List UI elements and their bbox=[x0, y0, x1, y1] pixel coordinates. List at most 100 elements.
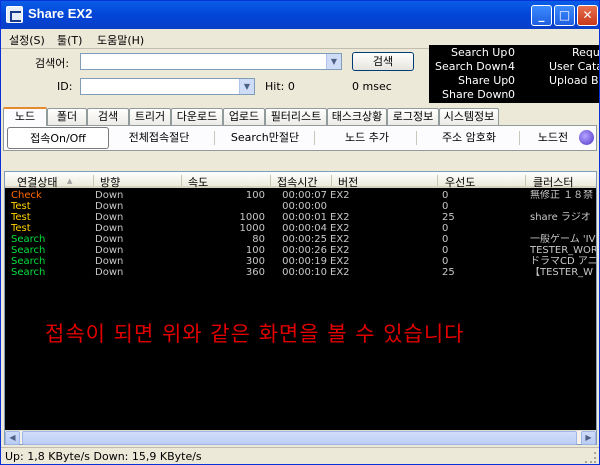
disconnect-all-button[interactable]: 전체접속절단 bbox=[116, 127, 202, 149]
tab-log-info[interactable]: 로그정보 bbox=[387, 108, 439, 125]
col-connect-time[interactable]: 접속시간 bbox=[277, 174, 317, 190]
cell-connect-time: 00:00:07 bbox=[282, 190, 327, 201]
cell-speed: 1000 bbox=[239, 223, 265, 234]
chevron-down-icon[interactable]: ▼ bbox=[326, 54, 341, 69]
table-row[interactable]: Search Down 360 00:00:10 EX2 25 【TESTER_W bbox=[5, 267, 596, 278]
app-icon[interactable] bbox=[6, 6, 23, 23]
resize-grip-icon[interactable] bbox=[585, 452, 596, 463]
minimize-button[interactable]: _ bbox=[531, 5, 552, 26]
hit-count: Hit: 0 bbox=[265, 80, 295, 93]
app-window: Share EX2 _ □ ✕ 설정(S) 툴(T) 도움말(H) 검색어: ▼… bbox=[0, 0, 600, 465]
keyword-combo[interactable]: ▼ bbox=[80, 53, 342, 70]
add-node-button[interactable]: 노드 추가 bbox=[322, 127, 412, 149]
encrypt-address-button[interactable]: 주소 암호화 bbox=[424, 127, 514, 149]
cell-speed: 1000 bbox=[239, 212, 265, 223]
cell-direction: Down bbox=[95, 256, 124, 267]
cell-priority: 0 bbox=[442, 223, 449, 234]
tab-system-info[interactable]: 시스템정보 bbox=[439, 108, 499, 125]
search-only-disconnect-button[interactable]: Search만절단 bbox=[220, 127, 310, 149]
horizontal-scrollbar[interactable]: ◀ ▶ bbox=[5, 430, 596, 445]
col-priority[interactable]: 우선도 bbox=[445, 174, 475, 190]
cell-status: Test bbox=[11, 201, 31, 212]
tab-node[interactable]: 노드 bbox=[3, 107, 47, 126]
cell-status: Search bbox=[11, 245, 46, 256]
scrollbar-thumb[interactable] bbox=[22, 431, 577, 445]
cell-status: Search bbox=[11, 256, 46, 267]
cell-priority: 0 bbox=[442, 234, 449, 245]
col-speed[interactable]: 속도 bbox=[188, 174, 208, 190]
column-divider[interactable] bbox=[93, 175, 94, 186]
cell-priority: 25 bbox=[442, 267, 455, 278]
cell-speed: 300 bbox=[245, 256, 265, 267]
cell-speed: 100 bbox=[245, 190, 265, 201]
cell-direction: Down bbox=[95, 190, 124, 201]
tab-search[interactable]: 검색 bbox=[87, 108, 129, 125]
window-title: Share EX2 bbox=[28, 6, 93, 21]
tab-task-status[interactable]: 태스크상황 bbox=[327, 108, 387, 125]
maximize-button[interactable]: □ bbox=[554, 5, 575, 26]
table-row[interactable]: Test Down 00:00:00 0 bbox=[5, 201, 596, 212]
node-map-button[interactable]: 노드전 bbox=[528, 127, 578, 149]
title-bar[interactable]: Share EX2 _ □ ✕ bbox=[1, 1, 599, 29]
tab-download[interactable]: 다운로드 bbox=[171, 108, 223, 125]
cell-priority: 0 bbox=[442, 190, 449, 201]
table-row[interactable]: Search Down 100 00:00:26 EX2 0 TESTER_WOR bbox=[5, 245, 596, 256]
tab-filter-list[interactable]: 필터리스트 bbox=[265, 108, 327, 125]
cell-cluster: 一般ゲーム 'IV bbox=[530, 234, 596, 245]
scroll-right-icon[interactable]: ▶ bbox=[581, 431, 596, 445]
cell-cluster: 無修正 １８禁 bbox=[530, 190, 594, 201]
table-row[interactable]: Test Down 1000 00:00:04 EX2 0 bbox=[5, 223, 596, 234]
stat-search-up-label: Search Up bbox=[451, 46, 508, 59]
cell-direction: Down bbox=[95, 245, 124, 256]
cell-priority: 0 bbox=[442, 201, 449, 212]
stat-share-up-value: 0 bbox=[508, 74, 515, 87]
toolbar-separator bbox=[519, 131, 520, 145]
menu-tools[interactable]: 툴(T) bbox=[57, 32, 82, 48]
cell-connect-time: 00:00:19 bbox=[282, 256, 327, 267]
cell-connect-time: 00:00:10 bbox=[282, 267, 327, 278]
col-version[interactable]: 버전 bbox=[338, 174, 358, 190]
column-divider[interactable] bbox=[270, 175, 271, 186]
col-direction[interactable]: 방향 bbox=[100, 174, 120, 190]
table-row[interactable]: Search Down 80 00:00:25 EX2 0 一般ゲーム 'IV bbox=[5, 234, 596, 245]
cell-cluster: 【TESTER_W bbox=[530, 267, 594, 278]
cell-connect-time: 00:00:04 bbox=[282, 223, 327, 234]
close-button[interactable]: ✕ bbox=[577, 5, 598, 26]
menu-settings[interactable]: 설정(S) bbox=[9, 32, 45, 48]
stat-search-down-value: 4 bbox=[508, 60, 515, 73]
table-row[interactable]: Test Down 1000 00:00:01 EX2 25 share ラジオ bbox=[5, 212, 596, 223]
column-divider[interactable] bbox=[525, 175, 526, 186]
node-globe-icon[interactable] bbox=[579, 130, 594, 145]
table-row[interactable]: Check Down 100 00:00:07 EX2 0 無修正 １８禁 bbox=[5, 190, 596, 201]
connect-toggle-button[interactable]: 접속On/Off bbox=[7, 127, 109, 149]
search-button[interactable]: 검색 bbox=[352, 52, 414, 71]
stat-search-down-label: Search Down bbox=[435, 60, 508, 73]
col-connection-status[interactable]: 연결상태 bbox=[17, 174, 57, 190]
tab-upload[interactable]: 업로드 bbox=[223, 108, 265, 125]
scroll-left-icon[interactable]: ◀ bbox=[5, 431, 20, 445]
cell-direction: Down bbox=[95, 212, 124, 223]
tab-folder[interactable]: 폴더 bbox=[47, 108, 87, 125]
node-list[interactable]: 연결상태 ▲ 방향 속도 접속시간 버전 우선도 클러스터 Check Down 1… bbox=[4, 171, 597, 445]
cell-direction: Down bbox=[95, 201, 124, 212]
cell-speed: 80 bbox=[252, 234, 265, 245]
cell-speed: 360 bbox=[245, 267, 265, 278]
cell-connect-time: 00:00:01 bbox=[282, 212, 327, 223]
node-list-header: 연결상태 ▲ 방향 속도 접속시간 버전 우선도 클러스터 bbox=[5, 172, 596, 190]
table-row[interactable]: Search Down 300 00:00:19 EX2 0 ドラマCD アニ bbox=[5, 256, 596, 267]
stat-search-up-value: 0 bbox=[508, 46, 515, 59]
overlay-message: 접속이 되면 위와 같은 화면을 볼 수 있습니다 bbox=[45, 322, 465, 346]
menu-help[interactable]: 도움말(H) bbox=[97, 32, 144, 48]
column-divider[interactable] bbox=[181, 175, 182, 186]
cell-direction: Down bbox=[95, 267, 124, 278]
toolbar-separator bbox=[314, 131, 315, 145]
stat-user-catalog-label: User Cata bbox=[549, 60, 599, 73]
cell-cluster: TESTER_WOR bbox=[530, 245, 596, 256]
tab-trigger[interactable]: 트리거 bbox=[129, 108, 171, 125]
chevron-down-icon[interactable]: ▼ bbox=[239, 79, 254, 94]
column-divider[interactable] bbox=[331, 175, 332, 186]
column-divider[interactable] bbox=[437, 175, 438, 186]
keyword-label: 검색어: bbox=[35, 57, 70, 70]
id-combo[interactable]: ▼ bbox=[80, 78, 255, 95]
col-cluster[interactable]: 클러스터 bbox=[533, 174, 573, 190]
